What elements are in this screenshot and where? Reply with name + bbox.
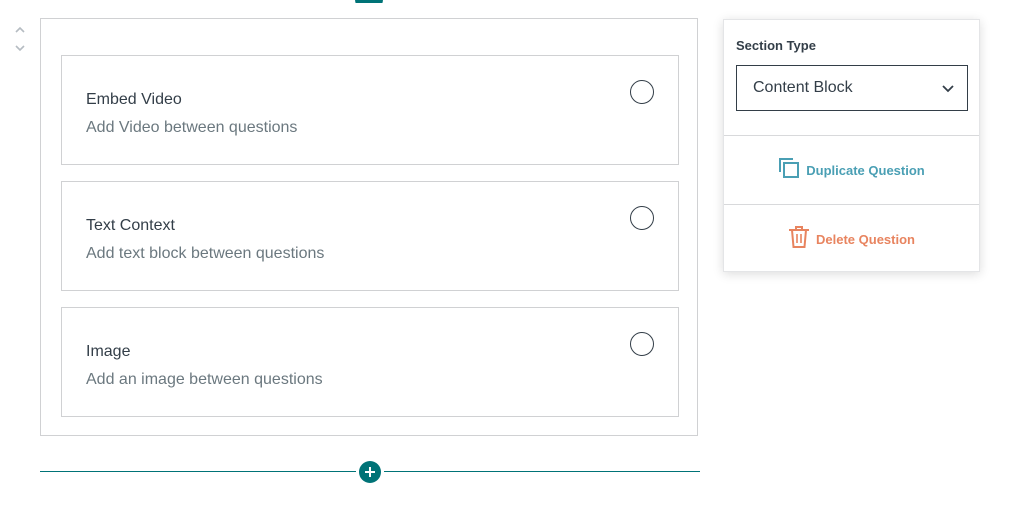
option-radio[interactable] xyxy=(630,80,654,104)
duplicate-question-button[interactable]: Duplicate Question xyxy=(724,136,979,204)
add-section-button[interactable] xyxy=(356,458,384,486)
section-type-select[interactable]: Content Block xyxy=(736,65,968,111)
option-description: Add Video between questions xyxy=(86,119,298,136)
question-settings-panel: Section Type Content Block Duplicate Que… xyxy=(723,19,980,272)
plus-circle-icon xyxy=(355,0,383,3)
reorder-controls xyxy=(12,22,28,56)
option-title: Embed Video xyxy=(86,91,182,108)
copy-icon xyxy=(778,157,800,184)
option-description: Add an image between questions xyxy=(86,371,323,388)
duplicate-question-label: Duplicate Question xyxy=(806,162,925,178)
content-block-options: Embed Video Add Video between questions … xyxy=(40,18,698,436)
delete-question-label: Delete Question xyxy=(816,231,915,247)
add-section-top-button[interactable] xyxy=(355,0,383,3)
option-image[interactable]: Image Add an image between questions xyxy=(61,307,679,417)
chevron-down-icon xyxy=(941,81,955,95)
plus-circle-icon xyxy=(359,461,381,483)
trash-icon xyxy=(788,225,810,254)
delete-question-button[interactable]: Delete Question xyxy=(724,205,979,273)
chevron-down-icon[interactable] xyxy=(12,40,28,56)
option-title: Text Context xyxy=(86,217,175,234)
section-type-value: Content Block xyxy=(753,79,853,96)
option-title: Image xyxy=(86,343,131,360)
chevron-up-icon[interactable] xyxy=(12,22,28,38)
option-description: Add text block between questions xyxy=(86,245,325,262)
option-radio[interactable] xyxy=(630,206,654,230)
section-type-label: Section Type xyxy=(736,38,816,53)
option-radio[interactable] xyxy=(630,332,654,356)
option-text-context[interactable]: Text Context Add text block between ques… xyxy=(61,181,679,291)
option-embed-video[interactable]: Embed Video Add Video between questions xyxy=(61,55,679,165)
